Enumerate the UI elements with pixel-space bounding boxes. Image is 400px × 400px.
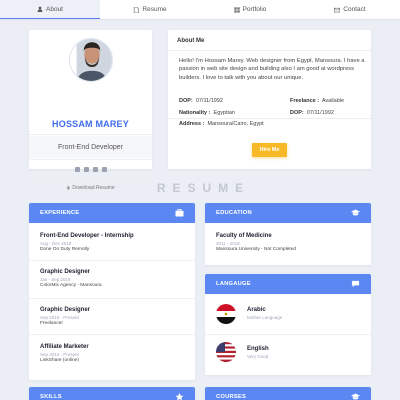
info-nationality-value: Egyptian	[213, 110, 235, 116]
education-item-place: Mansoura University - Not Completed	[216, 247, 296, 252]
list-item: Graphic Designer Sep 2015 - Present Free…	[40, 307, 90, 326]
education-card: EDUCATION Faculty of Medicine 2011 - 201…	[205, 203, 371, 265]
education-title: EDUCATION	[216, 210, 252, 216]
skills-card: SKILLS	[29, 387, 195, 400]
skills-header: SKILLS	[29, 387, 195, 400]
courses-title: COURSES	[216, 394, 247, 400]
info-dob-2-label: DOP:	[290, 110, 304, 116]
experience-item-date: Sep 2015 - Present	[40, 352, 79, 357]
skills-title: SKILLS	[40, 394, 62, 400]
list-item: Front-End Developer - Internship Aug - D…	[40, 233, 134, 252]
tab-resume-label: Resume	[142, 6, 167, 13]
user-icon	[37, 6, 43, 12]
list-item: Faculty of Medicine 2011 - 2018 Mansoura…	[216, 233, 296, 252]
courses-header: COURSES	[205, 387, 371, 400]
tab-portfolio-label: Portfolio	[242, 6, 267, 13]
info-address-label: Address :	[179, 121, 205, 127]
info-dob-value: 07/11/1992	[195, 98, 223, 104]
info-dob-2: DOP: 07/11/1992	[290, 110, 334, 116]
experience-item-title: Graphic Designer	[40, 307, 91, 313]
experience-item-place: ColorMix Agency - Mansoura	[40, 283, 102, 288]
list-item: English Very Good	[247, 346, 269, 359]
social-links	[29, 167, 152, 172]
info-dob-label: DOP:	[179, 98, 193, 104]
graduation-cap-icon	[351, 393, 360, 400]
divider	[205, 334, 371, 335]
language-item-title: English	[247, 346, 269, 352]
divider	[29, 177, 152, 178]
divider	[29, 159, 152, 160]
usa-flag-icon	[216, 342, 236, 362]
about-card: About Me Hello! I'm Hossam Marey. Web de…	[168, 30, 371, 169]
experience-header: EXPERIENCE	[29, 203, 195, 223]
education-item-title: Faculty of Medicine	[216, 233, 272, 239]
list-item: Affiliate Marketer Sep 2015 - Present Li…	[40, 344, 89, 363]
experience-item-place: Done On Duty Remotly	[40, 247, 90, 252]
education-header: EDUCATION	[205, 203, 371, 223]
grid-icon	[233, 6, 240, 13]
divider	[168, 50, 371, 51]
experience-item-date: Jan - Sep 2019	[40, 277, 71, 282]
tab-resume[interactable]: Resume	[100, 0, 200, 19]
language-item-level: Very Good	[247, 354, 269, 359]
info-dob: DOP: 07/11/1992	[179, 98, 223, 104]
mail-icon	[334, 7, 341, 13]
language-header: LANGAUGE	[205, 274, 371, 294]
profile-card: HOSSAM MAREY Front-End Developer Downloa…	[29, 30, 152, 191]
experience-item-place: LinkShare (online)	[40, 358, 79, 363]
divider	[29, 134, 152, 135]
info-freelance-value: Available	[321, 98, 345, 104]
info-nationality: Nationality : Egyptian	[179, 110, 235, 116]
info-address: Address : Mansoura/Cairo, Egypt	[179, 121, 264, 127]
graduation-cap-icon	[351, 209, 360, 217]
language-title: LANGAUGE	[216, 281, 251, 287]
info-dob-2-value: 07/11/1992	[306, 110, 334, 116]
chat-bubble-icon	[351, 280, 360, 288]
resume-section-title: RESUME	[156, 181, 251, 195]
avatar	[69, 38, 113, 82]
linkedin-icon[interactable]	[83, 167, 89, 172]
language-card: LANGAUGE Arabic Mother Language English …	[205, 274, 371, 375]
about-title: About Me	[177, 38, 205, 44]
about-bio: Hello! I'm Hossam Marey. Web designer fr…	[179, 58, 365, 81]
behance-icon[interactable]	[101, 167, 107, 172]
experience-item-title: Graphic Designer	[40, 269, 91, 275]
list-item: Graphic Designer Jan - Sep 2019 ColorMix…	[40, 269, 102, 288]
tab-about-label: About	[46, 5, 63, 13]
info-freelance: Freelance : Available	[290, 98, 344, 104]
briefcase-icon	[175, 209, 184, 217]
tab-contact[interactable]: Contact	[300, 0, 400, 19]
experience-item-place: Freelancer	[40, 321, 63, 326]
youtube-icon[interactable]	[74, 167, 80, 172]
info-freelance-label: Freelance :	[290, 98, 320, 104]
experience-item-date: Aug - Dec 2019	[40, 241, 72, 246]
tab-portfolio[interactable]: Portfolio	[200, 0, 300, 19]
info-address-value: Mansoura/Cairo, Egypt	[207, 121, 264, 127]
egypt-flag-icon	[216, 304, 236, 324]
top-nav: About Resume Portfolio Contact	[0, 0, 400, 19]
language-item-title: Arabic	[247, 307, 266, 313]
experience-item-title: Front-End Developer - Internship	[40, 233, 134, 239]
experience-item-title: Affiliate Marketer	[40, 344, 89, 350]
star-icon	[175, 393, 184, 400]
education-item-date: 2011 - 2018	[216, 241, 240, 246]
divider	[168, 118, 371, 119]
hire-me-button[interactable]: Hire Me	[252, 143, 287, 157]
profile-role: Front-End Developer	[29, 136, 152, 158]
divider	[29, 334, 195, 335]
profile-name: HOSSAM MAREY	[52, 119, 129, 129]
list-item: Arabic Mother Language	[247, 307, 282, 320]
tab-about[interactable]: About	[0, 0, 100, 19]
divider	[29, 298, 195, 299]
tab-contact-label: Contact	[343, 6, 366, 13]
experience-title: EXPERIENCE	[40, 210, 80, 216]
file-icon	[133, 6, 140, 13]
experience-item-date: Sep 2015 - Present	[40, 315, 79, 320]
divider	[29, 260, 195, 261]
language-item-level: Mother Language	[247, 315, 283, 320]
courses-card: COURSES	[205, 387, 371, 400]
experience-card: EXPERIENCE Front-End Developer - Interns…	[29, 203, 195, 380]
github-icon[interactable]	[92, 167, 98, 172]
info-nationality-label: Nationality :	[179, 110, 211, 116]
